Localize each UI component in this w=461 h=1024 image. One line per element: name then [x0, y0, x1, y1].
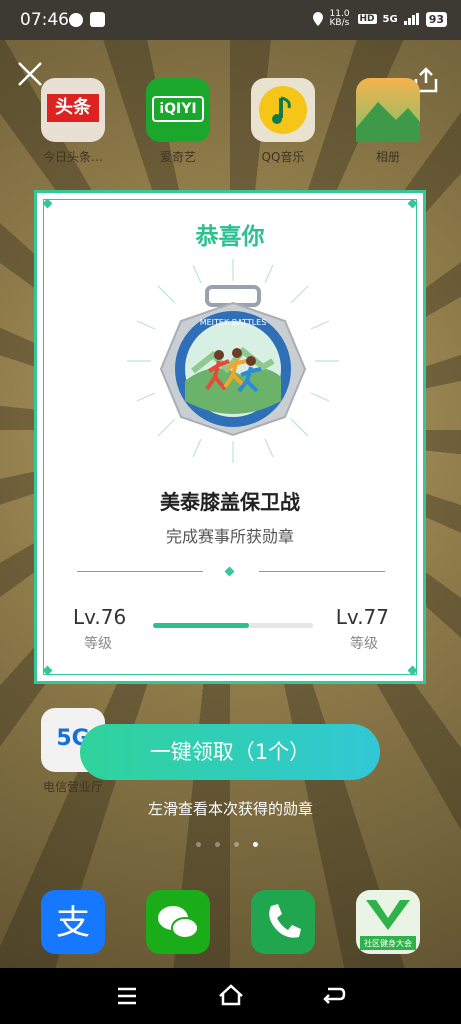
medal-badge: MEITEK BATTLES [127, 259, 339, 463]
gallery-icon [356, 102, 420, 142]
medal-text: MEITEK BATTLES [200, 318, 267, 327]
status-time: 07:46 [20, 10, 69, 30]
level-progress-fill [153, 623, 249, 628]
modal-title: 恭喜你 [195, 224, 265, 250]
chat-notification-icon [69, 13, 83, 27]
app-fitness[interactable]: 社区健身大会 [356, 890, 420, 954]
current-level: Lv.76 [73, 605, 127, 629]
app-notification-icon [90, 12, 105, 27]
app-wechat[interactable] [146, 890, 210, 954]
net-speed: 11.0 KB/s [329, 9, 350, 28]
location-icon [312, 12, 323, 26]
level-progress-bar [153, 623, 313, 628]
status-bar: 07:46 11.0 KB/s HD 5G 93 [0, 0, 461, 40]
divider-left [77, 571, 203, 572]
app-phone[interactable] [251, 890, 315, 954]
app-alipay[interactable]: 支 [41, 890, 105, 954]
close-icon[interactable] [16, 60, 44, 88]
claim-all-button[interactable]: 一键领取（1个） [80, 724, 380, 780]
toutiao-logo: 头条 [47, 94, 99, 122]
achievement-modal: 恭喜你 MEITEK BATTLES 美泰膝盖保卫战 完成赛事所获勋章 Lv.7… [34, 190, 426, 684]
app-label-toutiao: 今日头条… [42, 150, 103, 164]
phone-icon [269, 904, 301, 938]
iqiyi-logo: iQIYI [152, 96, 204, 122]
app-qqmusic[interactable] [251, 78, 315, 142]
app-gallery[interactable] [356, 78, 420, 142]
divider-right [259, 571, 385, 572]
next-level: Lv.77 [335, 605, 389, 629]
svg-text:支: 支 [56, 903, 90, 943]
app-label-telecom: 电信营业厅 [42, 780, 103, 794]
page-dot-active [253, 842, 258, 847]
page-dot [215, 842, 220, 847]
signal-label: 5G [382, 13, 398, 25]
app-toutiao[interactable]: 头条 [41, 78, 105, 142]
home-icon[interactable] [218, 984, 244, 1006]
navigation-bar [0, 968, 461, 1024]
wechat-icon [158, 906, 199, 939]
hd-badge: HD [357, 14, 377, 24]
app-iqiyi[interactable]: iQIYI [146, 78, 210, 142]
next-level-label: 等级 [350, 636, 378, 652]
page-dot [234, 842, 239, 847]
page-indicator [196, 842, 258, 847]
battery-indicator: 93 [425, 11, 447, 27]
alipay-icon: 支 [56, 903, 90, 943]
current-level-label: 等级 [84, 636, 112, 652]
badge-description: 完成赛事所获勋章 [165, 527, 294, 546]
signal-icon [403, 13, 419, 25]
back-icon[interactable] [322, 985, 346, 1005]
app-label-gallery: 相册 [375, 150, 400, 164]
badge-name: 美泰膝盖保卫战 [160, 490, 300, 514]
page-dot [196, 842, 201, 847]
swipe-hint: 左滑查看本次获得的勋章 [147, 800, 313, 818]
menu-icon[interactable] [116, 986, 138, 1006]
app-label-iqiyi: 爱奇艺 [159, 150, 196, 164]
app-label-qqmusic: QQ音乐 [261, 150, 305, 164]
music-icon [259, 86, 307, 134]
fitness-app-label: 社区健身大会 [364, 939, 412, 948]
